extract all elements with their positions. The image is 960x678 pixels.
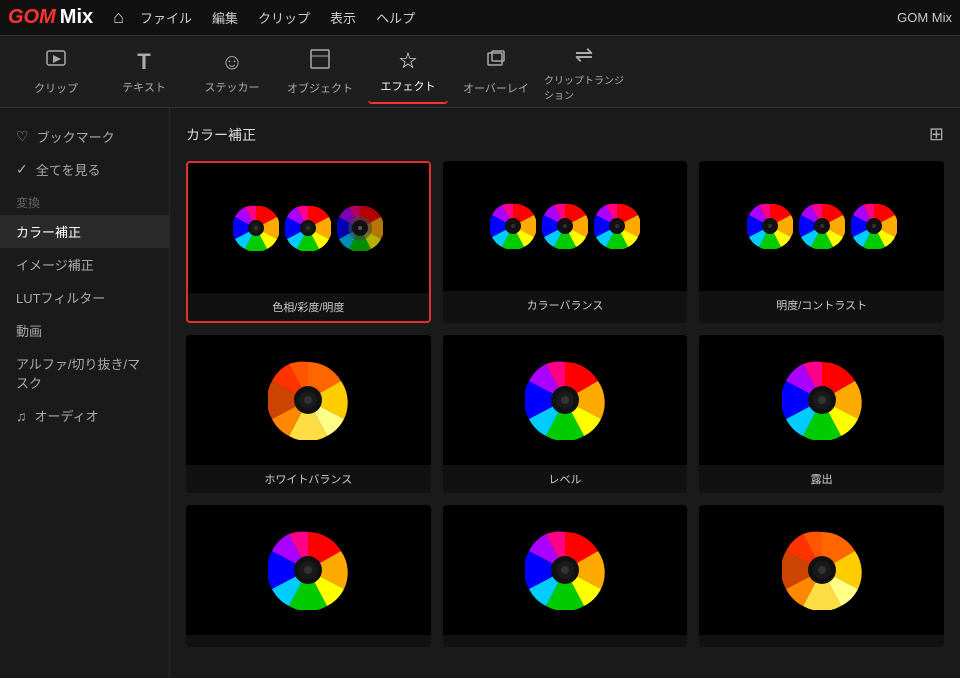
- app-logo: GOM Mix: [8, 6, 93, 29]
- effect-color-balance[interactable]: カラーバランス: [443, 161, 688, 323]
- sidebar-item-image-correction[interactable]: イメージ補正: [0, 248, 169, 281]
- menu-items: ファイル 編集 クリップ 表示 ヘルプ: [140, 8, 415, 27]
- effect-thumbnail-8: [443, 505, 688, 635]
- text-label: テキスト: [122, 79, 166, 95]
- app-title-right: GOM Mix: [897, 10, 952, 25]
- effect-thumbnail-9: [699, 505, 944, 635]
- menu-edit[interactable]: 編集: [212, 8, 238, 27]
- content-title: カラー補正: [186, 125, 256, 145]
- tool-clip[interactable]: クリップ: [16, 40, 96, 104]
- sidebar-item-all[interactable]: ✓ 全てを見る: [0, 153, 169, 186]
- clip-icon: [45, 48, 67, 76]
- effect-label-balance: カラーバランス: [443, 291, 688, 319]
- object-icon: [309, 48, 331, 76]
- tool-transition[interactable]: ⇌ クリップトランジション: [544, 40, 624, 104]
- content-header: カラー補正 ⊞: [186, 124, 944, 145]
- sidebar-item-bookmark[interactable]: ♡ ブックマーク: [0, 120, 169, 153]
- sidebar-item-video[interactable]: 動画: [0, 314, 169, 347]
- toolbar: クリップ T テキスト ☺ ステッカー オブジェクト ☆ エフェクト オーバーレ…: [0, 36, 960, 108]
- menu-bar: GOM Mix ⌂ ファイル 編集 クリップ 表示 ヘルプ GOM Mix: [0, 0, 960, 36]
- video-label: 動画: [16, 321, 42, 340]
- effect-label-wb: ホワイトバランス: [186, 465, 431, 493]
- logo-mix: Mix: [60, 6, 93, 29]
- effect-label: エフェクト: [381, 78, 436, 94]
- effect-thumbnail-brightness: [699, 161, 944, 291]
- effect-thumbnail-balance: [443, 161, 688, 291]
- tool-sticker[interactable]: ☺ ステッカー: [192, 40, 272, 104]
- all-label: 全てを見る: [36, 160, 101, 179]
- effect-thumbnail-exposure: [699, 335, 944, 465]
- menu-help[interactable]: ヘルプ: [376, 8, 415, 27]
- sidebar-item-lut-filter[interactable]: LUTフィルター: [0, 281, 169, 314]
- sidebar: ♡ ブックマーク ✓ 全てを見る 変換 カラー補正 イメージ補正 LUTフィルタ…: [0, 108, 170, 678]
- effect-label-7: [186, 635, 431, 647]
- effect-thumbnail-wb: [186, 335, 431, 465]
- alpha-mask-label: アルファ/切り抜き/マスク: [16, 354, 153, 392]
- tool-text[interactable]: T テキスト: [104, 40, 184, 104]
- effect-exposure[interactable]: 露出: [699, 335, 944, 493]
- tool-effect[interactable]: ☆ エフェクト: [368, 40, 448, 104]
- effect-label-8: [443, 635, 688, 647]
- effect-icon: ☆: [398, 48, 418, 74]
- menu-file[interactable]: ファイル: [140, 8, 192, 27]
- effect-label-exposure: 露出: [699, 465, 944, 493]
- effect-item-7[interactable]: [186, 505, 431, 647]
- effect-thumbnail-level: [443, 335, 688, 465]
- overlay-label: オーバーレイ: [463, 80, 529, 96]
- effect-thumbnail-7: [186, 505, 431, 635]
- effect-white-balance[interactable]: ホワイトバランス: [186, 335, 431, 493]
- effect-item-9[interactable]: [699, 505, 944, 647]
- effect-brightness[interactable]: 明度/コントラスト: [699, 161, 944, 323]
- menu-view[interactable]: 表示: [330, 8, 356, 27]
- sticker-icon: ☺: [221, 49, 243, 75]
- effects-grid: 色相/彩度/明度: [186, 161, 944, 647]
- audio-label: オーディオ: [35, 406, 99, 425]
- sidebar-item-alpha-mask[interactable]: アルファ/切り抜き/マスク: [0, 347, 169, 399]
- bookmark-label: ブックマーク: [37, 127, 115, 146]
- effect-item-8[interactable]: [443, 505, 688, 647]
- sidebar-item-audio[interactable]: ♫ オーディオ: [0, 399, 169, 432]
- tool-overlay[interactable]: オーバーレイ: [456, 40, 536, 104]
- overlay-icon: [485, 48, 507, 76]
- main-area: ♡ ブックマーク ✓ 全てを見る 変換 カラー補正 イメージ補正 LUTフィルタ…: [0, 108, 960, 678]
- bookmark-icon: ♡: [16, 128, 29, 145]
- tool-object[interactable]: オブジェクト: [280, 40, 360, 104]
- text-icon: T: [137, 49, 150, 75]
- grid-view-icon[interactable]: ⊞: [929, 124, 944, 145]
- all-icon: ✓: [16, 161, 28, 178]
- home-icon[interactable]: ⌂: [113, 7, 124, 28]
- effect-hue-saturation[interactable]: 色相/彩度/明度: [186, 161, 431, 323]
- color-correction-label: カラー補正: [16, 222, 81, 241]
- lut-filter-label: LUTフィルター: [16, 288, 105, 307]
- transition-icon: ⇌: [575, 42, 593, 68]
- transition-label: クリップトランジション: [544, 72, 624, 102]
- logo-gom: GOM: [8, 6, 56, 29]
- effect-thumbnail-hue: [188, 163, 429, 293]
- effect-label-brightness: 明度/コントラスト: [699, 291, 944, 319]
- effect-label-9: [699, 635, 944, 647]
- object-label: オブジェクト: [287, 80, 353, 96]
- audio-icon: ♫: [16, 408, 27, 424]
- sidebar-section-henkan: 変換: [0, 186, 169, 215]
- effect-level[interactable]: レベル: [443, 335, 688, 493]
- sidebar-item-color-correction[interactable]: カラー補正: [0, 215, 169, 248]
- image-correction-label: イメージ補正: [16, 255, 94, 274]
- sticker-label: ステッカー: [205, 79, 260, 95]
- effect-label-level: レベル: [443, 465, 688, 493]
- clip-label: クリップ: [34, 80, 78, 96]
- menu-clip[interactable]: クリップ: [258, 8, 310, 27]
- content-area: カラー補正 ⊞: [170, 108, 960, 678]
- effect-label-hue: 色相/彩度/明度: [188, 293, 429, 321]
